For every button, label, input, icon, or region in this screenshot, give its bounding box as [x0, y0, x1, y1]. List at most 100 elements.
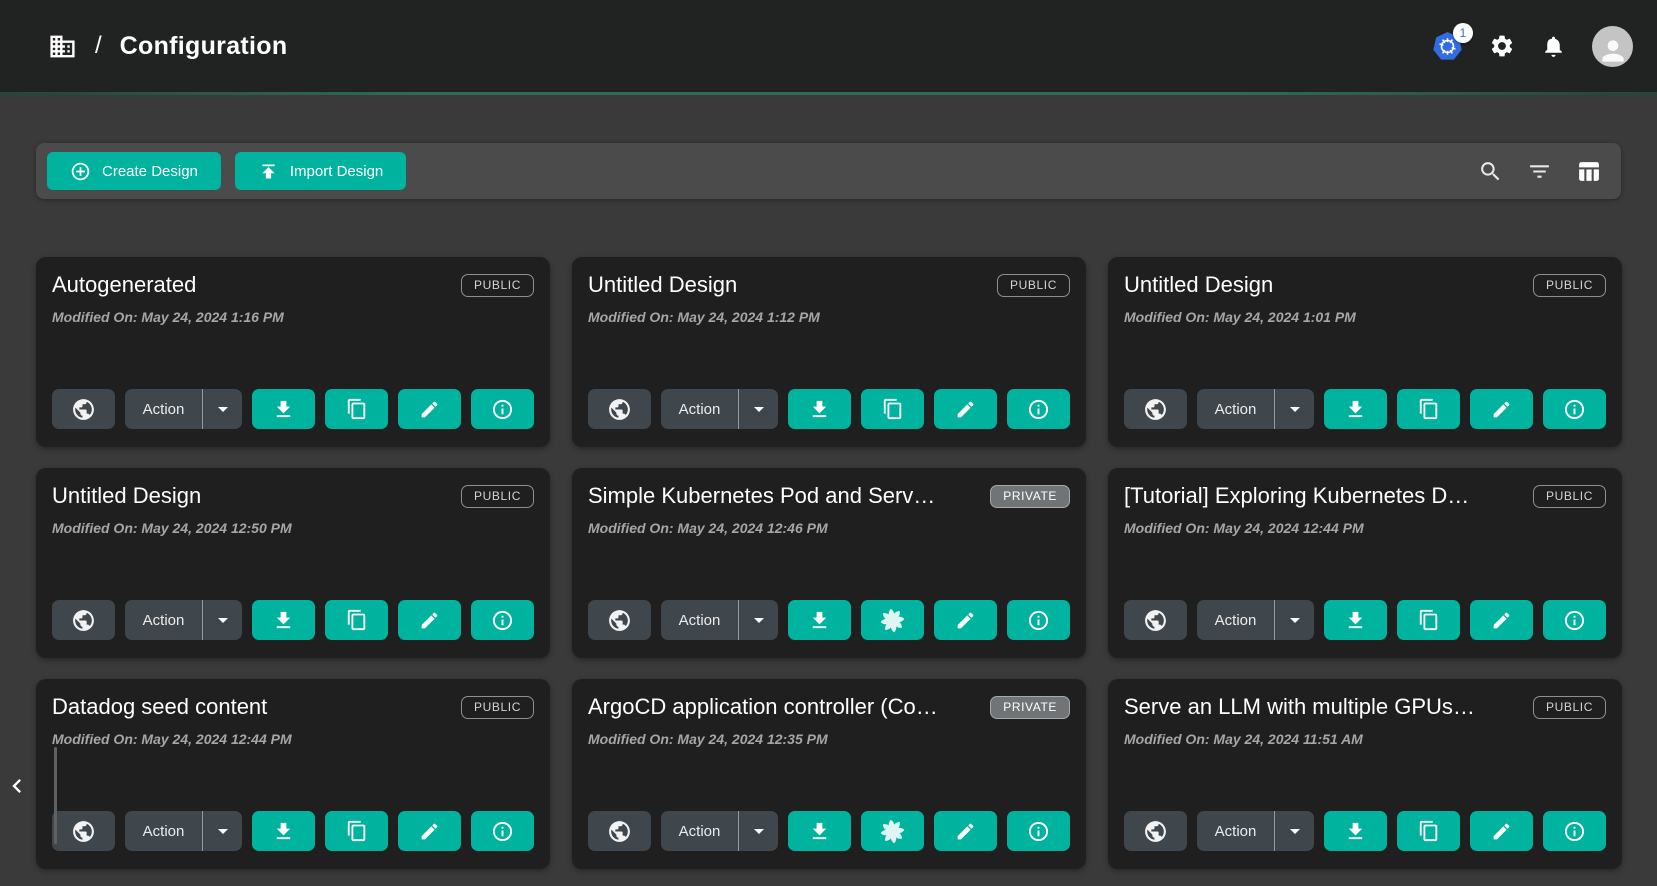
search-button[interactable] — [1478, 159, 1503, 184]
action-dropdown-caret[interactable] — [1274, 389, 1314, 429]
visibility-badge: PRIVATE — [990, 696, 1070, 719]
action-button[interactable]: Action — [125, 811, 202, 851]
info-icon — [491, 609, 514, 632]
info-button[interactable] — [471, 389, 534, 429]
copy-icon — [1418, 609, 1440, 631]
visibility-globe-button[interactable] — [52, 811, 115, 851]
pencil-icon — [419, 821, 440, 842]
action-dropdown-caret[interactable] — [202, 811, 242, 851]
action-dropdown-caret[interactable] — [202, 389, 242, 429]
download-icon — [1344, 609, 1367, 632]
info-button[interactable] — [1543, 811, 1606, 851]
action-dropdown-caret[interactable] — [738, 600, 778, 640]
info-button[interactable] — [1543, 600, 1606, 640]
header-actions: 1 — [1432, 26, 1633, 67]
table-view-button[interactable] — [1576, 159, 1601, 184]
visibility-globe-button[interactable] — [588, 389, 651, 429]
breadcrumb: / Configuration — [48, 32, 287, 61]
user-avatar-button[interactable] — [1592, 26, 1633, 67]
settings-button[interactable] — [1489, 33, 1515, 59]
import-design-button[interactable]: Import Design — [235, 152, 406, 190]
action-button[interactable]: Action — [1197, 600, 1274, 640]
meshery-swirl-button[interactable] — [861, 811, 924, 851]
info-button[interactable] — [1007, 389, 1070, 429]
action-split-button: Action — [125, 600, 242, 640]
clone-button[interactable] — [1397, 811, 1460, 851]
action-dropdown-caret[interactable] — [202, 600, 242, 640]
pencil-icon — [955, 821, 976, 842]
visibility-globe-button[interactable] — [588, 811, 651, 851]
edit-button[interactable] — [934, 600, 997, 640]
info-button[interactable] — [471, 600, 534, 640]
edit-button[interactable] — [1470, 389, 1533, 429]
download-button[interactable] — [1324, 600, 1387, 640]
clone-button[interactable] — [1397, 389, 1460, 429]
visibility-globe-button[interactable] — [52, 389, 115, 429]
card-header: Datadog seed content PUBLIC — [52, 694, 534, 720]
collapse-drawer-chevron[interactable] — [3, 772, 31, 803]
edit-button[interactable] — [934, 389, 997, 429]
action-button[interactable]: Action — [125, 600, 202, 640]
clone-button[interactable] — [325, 389, 388, 429]
design-card: Untitled Design PUBLIC Modified On: May … — [572, 257, 1086, 447]
action-split-button: Action — [661, 389, 778, 429]
edit-button[interactable] — [1470, 811, 1533, 851]
edit-button[interactable] — [1470, 600, 1533, 640]
action-dropdown-caret[interactable] — [738, 389, 778, 429]
visibility-badge: PUBLIC — [1533, 696, 1606, 719]
visibility-globe-button[interactable] — [1124, 811, 1187, 851]
action-button[interactable]: Action — [661, 811, 738, 851]
visibility-globe-button[interactable] — [1124, 600, 1187, 640]
action-button[interactable]: Action — [1197, 811, 1274, 851]
kubernetes-context-button[interactable]: 1 — [1432, 31, 1463, 62]
edit-button[interactable] — [398, 600, 461, 640]
filter-icon — [1527, 159, 1552, 184]
chevron-down-icon — [1283, 397, 1307, 421]
download-button[interactable] — [252, 389, 315, 429]
download-button[interactable] — [1324, 389, 1387, 429]
plus-circle-icon — [70, 161, 91, 182]
notifications-button[interactable] — [1541, 34, 1566, 59]
kubernetes-context-count-badge: 1 — [1453, 23, 1473, 43]
action-button[interactable]: Action — [1197, 389, 1274, 429]
action-button[interactable]: Action — [661, 389, 738, 429]
edit-button[interactable] — [398, 389, 461, 429]
visibility-globe-button[interactable] — [52, 600, 115, 640]
download-button[interactable] — [1324, 811, 1387, 851]
card-header: [Tutorial] Exploring Kubernetes D… PUBLI… — [1124, 483, 1606, 509]
edit-button[interactable] — [398, 811, 461, 851]
chevron-down-icon — [1283, 819, 1307, 843]
clone-button[interactable] — [325, 600, 388, 640]
edit-button[interactable] — [934, 811, 997, 851]
action-dropdown-caret[interactable] — [1274, 600, 1314, 640]
filter-button[interactable] — [1527, 159, 1552, 184]
info-button[interactable] — [471, 811, 534, 851]
clone-button[interactable] — [861, 389, 924, 429]
info-button[interactable] — [1543, 389, 1606, 429]
action-dropdown-caret[interactable] — [738, 811, 778, 851]
action-button[interactable]: Action — [661, 600, 738, 640]
download-button[interactable] — [252, 600, 315, 640]
info-button[interactable] — [1007, 600, 1070, 640]
info-icon — [1027, 398, 1050, 421]
pencil-icon — [1491, 610, 1512, 631]
meshery-swirl-icon — [879, 607, 906, 634]
meshery-swirl-button[interactable] — [861, 600, 924, 640]
info-button[interactable] — [1007, 811, 1070, 851]
design-title: Datadog seed content — [52, 694, 279, 720]
publish-upload-icon — [258, 161, 279, 182]
create-design-button[interactable]: Create Design — [47, 152, 221, 190]
action-dropdown-caret[interactable] — [1274, 811, 1314, 851]
action-button[interactable]: Action — [125, 389, 202, 429]
download-button[interactable] — [788, 811, 851, 851]
organization-building-icon[interactable] — [48, 32, 77, 61]
download-button[interactable] — [788, 600, 851, 640]
info-icon — [491, 820, 514, 843]
clone-button[interactable] — [325, 811, 388, 851]
clone-button[interactable] — [1397, 600, 1460, 640]
visibility-globe-button[interactable] — [1124, 389, 1187, 429]
download-button[interactable] — [252, 811, 315, 851]
card-header: Serve an LLM with multiple GPUs… PUBLIC — [1124, 694, 1606, 720]
download-button[interactable] — [788, 389, 851, 429]
visibility-globe-button[interactable] — [588, 600, 651, 640]
